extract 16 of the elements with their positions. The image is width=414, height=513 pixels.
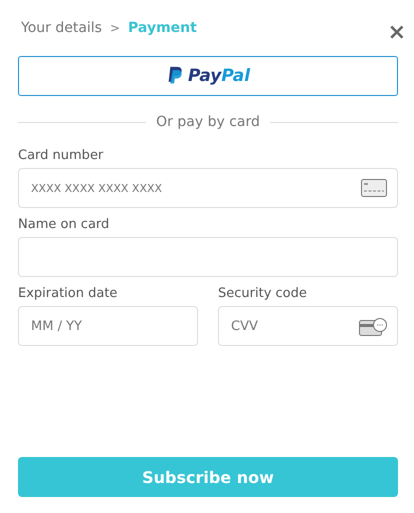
field-label: Card number xyxy=(18,148,104,163)
field-label: Expiration date xyxy=(18,286,118,301)
field-label: Security code xyxy=(218,286,308,301)
card-icon xyxy=(361,179,387,197)
paypal-button[interactable]: PayPal xyxy=(18,56,398,96)
input-field[interactable]: MM / YY xyxy=(18,306,198,346)
field-label: Name on card xyxy=(18,217,110,232)
paypal-logo-icon xyxy=(166,66,183,86)
divider-text: Or pay by card xyxy=(156,114,260,130)
card-cvv-icon xyxy=(359,317,387,337)
breadcrumb-separator: > xyxy=(110,21,120,35)
close-button[interactable]: × xyxy=(388,23,406,43)
breadcrumb-item[interactable]: Your details xyxy=(21,20,102,36)
input-field[interactable] xyxy=(18,237,398,277)
input-field[interactable]: CVV xyxy=(218,306,398,346)
input-field[interactable]: XXXX XXXX XXXX XXXX xyxy=(18,168,398,208)
